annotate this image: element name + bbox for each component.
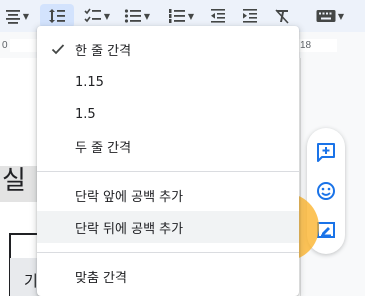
menu-item-single-spacing[interactable]: 한 줄 간격 xyxy=(37,33,299,65)
add-comment-icon xyxy=(317,143,335,162)
increase-indent-button[interactable] xyxy=(236,4,264,28)
input-tools-button[interactable]: ▼ xyxy=(310,4,350,28)
menu-item-label: 두 줄 간격 xyxy=(75,140,132,156)
menu-item-1-15-spacing[interactable]: 1.15 xyxy=(37,66,299,98)
menu-item-label: 1.5 xyxy=(75,106,96,122)
menu-item-label: 단락 앞에 공백 추가 xyxy=(75,189,184,205)
menu-item-label: 한 줄 간격 xyxy=(75,43,132,59)
document-heading-text: 실 xyxy=(2,166,26,196)
clear-formatting-icon xyxy=(275,9,289,24)
line-spacing-menu: 한 줄 간격 1.15 1.5 두 줄 간격 단락 앞에 공백 추가 단락 뒤에… xyxy=(37,26,299,296)
chevron-down-icon: ▼ xyxy=(22,11,30,21)
menu-item-custom-spacing[interactable]: 맞춤 간격 xyxy=(37,260,299,292)
chevron-down-icon: ▼ xyxy=(143,11,151,21)
align-icon xyxy=(5,10,20,24)
menu-divider xyxy=(37,171,299,172)
chevron-down-icon: ▼ xyxy=(337,11,345,21)
menu-item-label: 맞춤 간격 xyxy=(75,270,127,286)
increase-indent-icon xyxy=(243,9,257,23)
checklist-icon xyxy=(84,8,101,23)
menu-item-label: 단락 뒤에 공백 추가 xyxy=(75,221,184,237)
chevron-down-icon: ▼ xyxy=(187,11,195,21)
chevron-down-icon: ▼ xyxy=(103,11,111,21)
emoji-reaction-icon xyxy=(317,182,335,200)
align-button[interactable]: ▼ xyxy=(0,4,34,28)
decrease-indent-button[interactable] xyxy=(204,4,232,28)
line-spacing-button[interactable] xyxy=(40,4,74,28)
table-border xyxy=(10,233,40,235)
bulleted-list-button[interactable]: ▼ xyxy=(118,4,156,28)
checkmark-icon xyxy=(51,44,65,55)
suggest-edits-icon xyxy=(317,222,335,238)
keyboard-icon xyxy=(316,10,336,22)
menu-divider xyxy=(37,252,299,253)
decrease-indent-icon xyxy=(211,9,225,23)
menu-item-1-5-spacing[interactable]: 1.5 xyxy=(37,98,299,130)
add-comment-button[interactable] xyxy=(314,140,338,164)
menu-item-double-spacing[interactable]: 두 줄 간격 xyxy=(37,130,299,162)
clear-formatting-button[interactable] xyxy=(268,4,296,28)
numbered-list-icon xyxy=(168,9,185,23)
bulleted-list-icon xyxy=(124,9,141,23)
table-cell-text: 기 xyxy=(24,272,38,290)
add-emoji-reaction-button[interactable] xyxy=(314,179,338,203)
ruler-number: 0 xyxy=(2,40,8,51)
numbered-list-button[interactable]: ▼ xyxy=(162,4,200,28)
menu-item-label: 1.15 xyxy=(75,74,104,90)
line-spacing-icon xyxy=(49,9,65,23)
checklist-button[interactable]: ▼ xyxy=(78,4,116,28)
menu-item-add-space-before[interactable]: 단락 앞에 공백 추가 xyxy=(37,179,299,211)
ruler-number: 18 xyxy=(300,40,312,51)
menu-item-add-space-after[interactable]: 단락 뒤에 공백 추가 xyxy=(37,211,299,243)
